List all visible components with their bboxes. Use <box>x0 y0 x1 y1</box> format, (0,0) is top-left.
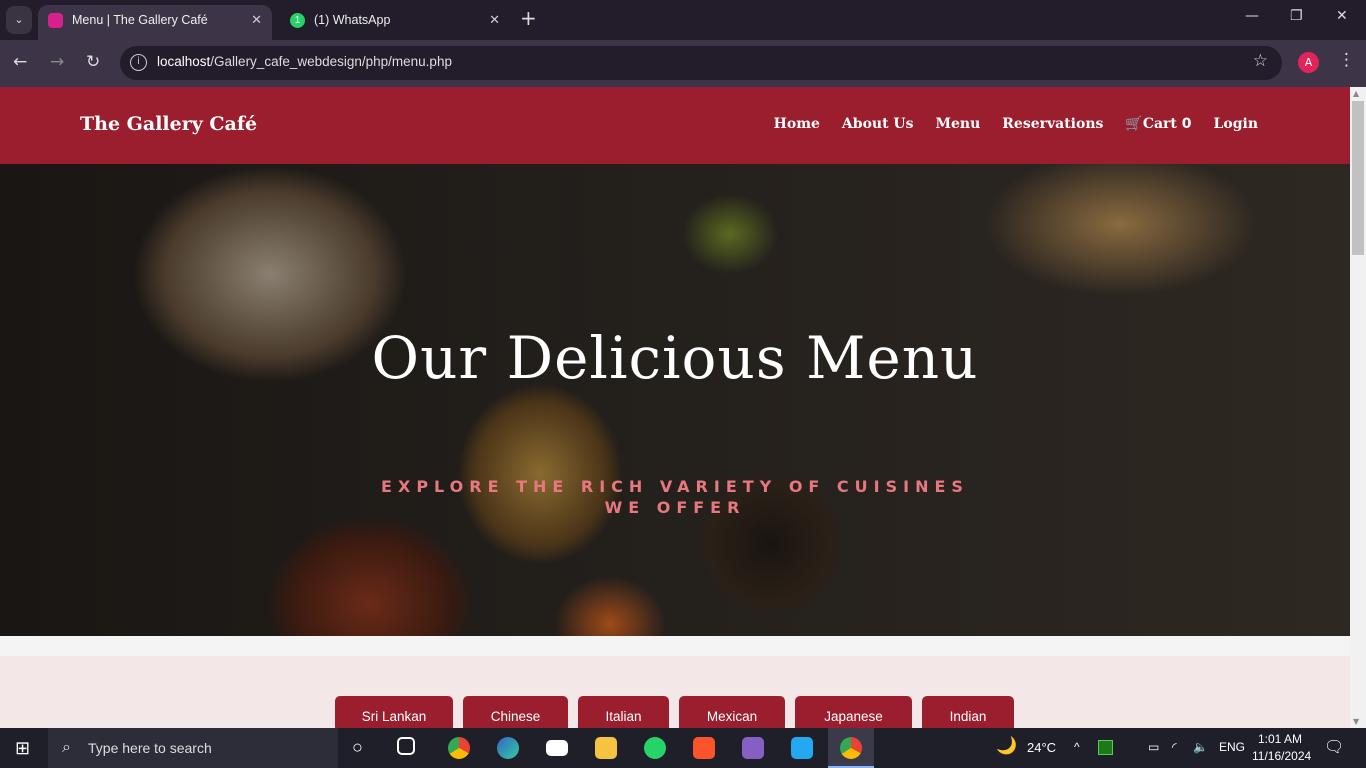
hero-title: Our Delicious Menu <box>371 324 979 392</box>
web-page: The Gallery Café Home About Us Menu Rese… <box>0 87 1350 728</box>
scroll-up-icon[interactable]: ▲ <box>1353 89 1359 98</box>
browser-toolbar: ← → ↻ i localhost/Gallery_cafe_webdesign… <box>0 40 1366 87</box>
bookmark-star-icon[interactable]: ☆ <box>1253 51 1268 71</box>
category-chinese-button[interactable]: Chinese <box>463 696 568 728</box>
volume-icon[interactable]: 🔈 <box>1193 740 1208 754</box>
tab-title: (1) WhatsApp <box>314 13 391 27</box>
site-brand[interactable]: The Gallery Café <box>80 113 257 135</box>
close-window-button[interactable]: ✕ <box>1336 8 1348 24</box>
tab-menu[interactable]: Menu | The Gallery Café ✕ <box>38 5 272 40</box>
search-icon: ⌕ <box>62 739 71 756</box>
cart-count: 0 <box>1181 116 1192 132</box>
profile-avatar[interactable]: A <box>1298 52 1319 73</box>
site-nav: Home About Us Menu Reservations 🛒Cart 0 … <box>774 116 1258 132</box>
chrome-active-taskbar-button[interactable] <box>828 728 874 768</box>
nav-reservations[interactable]: Reservations <box>1002 116 1103 132</box>
clock-time[interactable]: 1:01 AM <box>1258 732 1302 746</box>
nav-cart[interactable]: 🛒Cart 0 <box>1125 116 1191 132</box>
category-mexican-button[interactable]: Mexican <box>679 696 785 728</box>
site-favicon-icon <box>48 13 63 28</box>
file-explorer-icon[interactable] <box>595 737 617 759</box>
brave-icon[interactable] <box>693 737 715 759</box>
page-scrollbar[interactable]: ▲ ▼ <box>1350 87 1366 728</box>
whatsapp-taskbar-icon[interactable] <box>644 737 666 759</box>
show-hidden-icons[interactable]: ^ <box>1074 740 1080 754</box>
url-text: localhost/Gallery_cafe_webdesign/php/men… <box>157 54 452 69</box>
tab-title: Menu | The Gallery Café <box>72 13 208 27</box>
scroll-down-icon[interactable]: ▼ <box>1353 717 1359 726</box>
reload-button[interactable]: ↻ <box>86 52 100 72</box>
browser-menu-icon[interactable]: ⋮ <box>1338 50 1355 70</box>
visual-studio-icon[interactable] <box>742 737 764 759</box>
widgets-icon[interactable] <box>397 737 415 755</box>
windows-start-icon[interactable]: ⊞ <box>15 738 30 759</box>
clock-date[interactable]: 11/16/2024 <box>1252 749 1311 763</box>
restore-button[interactable]: ❐ <box>1290 8 1303 24</box>
back-button[interactable]: ← <box>13 52 27 72</box>
language-indicator[interactable]: ENG <box>1219 740 1245 754</box>
category-japanese-button[interactable]: Japanese <box>795 696 912 728</box>
hero-subtitle: EXPLORE THE RICH VARIETY OF CUISINES WE … <box>381 477 969 517</box>
temperature[interactable]: 24°C <box>1027 740 1056 755</box>
cart-icon: 🛒 <box>1125 116 1143 132</box>
vscode-icon[interactable] <box>791 737 813 759</box>
forward-button[interactable]: → <box>50 52 64 72</box>
browser-tab-bar: ⌄ Menu | The Gallery Café ✕ 1 (1) WhatsA… <box>0 0 1366 40</box>
taskbar-search[interactable]: ⌕ Type here to search <box>48 728 338 768</box>
hero-banner: Our Delicious Menu EXPLORE THE RICH VARI… <box>0 164 1350 636</box>
category-sri-lankan-button[interactable]: Sri Lankan <box>335 696 453 728</box>
nav-about-us[interactable]: About Us <box>842 116 914 132</box>
weather-icon[interactable]: 🌙 <box>996 736 1017 756</box>
edge-icon[interactable] <box>497 737 519 759</box>
minimize-button[interactable]: — <box>1245 8 1259 24</box>
whatsapp-icon: 1 <box>290 13 305 28</box>
wifi-icon[interactable]: ◜ <box>1172 740 1177 754</box>
category-indian-button[interactable]: Indian <box>922 696 1014 728</box>
chrome-icon[interactable] <box>448 737 470 759</box>
search-placeholder: Type here to search <box>88 740 212 756</box>
task-view-icon[interactable]: ○ <box>352 737 363 758</box>
section-divider <box>0 636 1350 656</box>
chrome-icon <box>840 737 862 759</box>
nav-home[interactable]: Home <box>774 116 820 132</box>
new-tab-button[interactable]: + <box>520 6 537 30</box>
category-section: Sri Lankan Chinese Italian Mexican Japan… <box>0 656 1350 728</box>
close-tab-icon[interactable]: ✕ <box>251 5 262 35</box>
app-tray-icon[interactable] <box>1098 740 1113 755</box>
tab-whatsapp[interactable]: 1 (1) WhatsApp ✕ <box>280 5 510 40</box>
mail-icon[interactable] <box>546 740 568 756</box>
site-info-icon[interactable]: i <box>130 54 147 71</box>
nav-login[interactable]: Login <box>1214 116 1258 132</box>
scrollbar-thumb[interactable] <box>1352 101 1364 255</box>
battery-icon[interactable]: ▭ <box>1148 740 1159 754</box>
windows-taskbar: ⊞ ⌕ Type here to search ○ 🌙 24°C ^ ▭ ◜ 🔈 … <box>0 728 1366 768</box>
site-header: The Gallery Café Home About Us Menu Rese… <box>0 87 1350 164</box>
notifications-icon[interactable]: 🗨 <box>1324 737 1344 757</box>
tab-search-button[interactable]: ⌄ <box>6 6 32 34</box>
nav-menu[interactable]: Menu <box>936 116 981 132</box>
close-tab-icon[interactable]: ✕ <box>489 5 500 35</box>
category-italian-button[interactable]: Italian <box>578 696 669 728</box>
address-bar[interactable]: i localhost/Gallery_cafe_webdesign/php/m… <box>120 46 1282 80</box>
